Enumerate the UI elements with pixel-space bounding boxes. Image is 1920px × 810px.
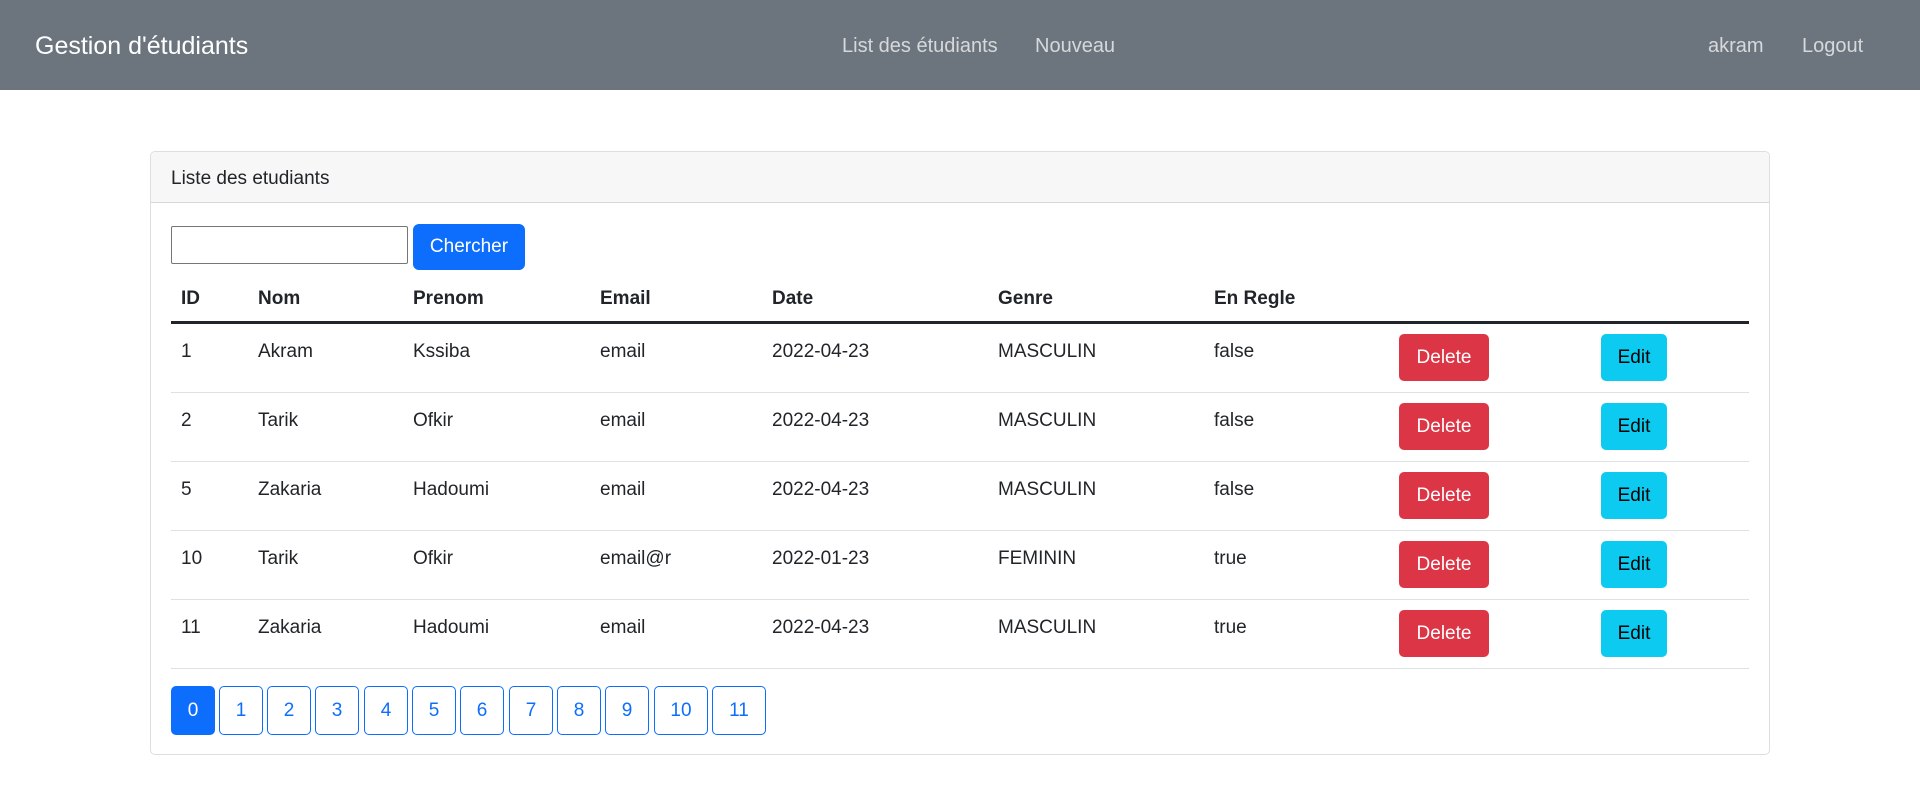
column-header-genre: Genre (998, 288, 1053, 309)
cell-prenom: Kssiba (413, 341, 471, 362)
search-button[interactable]: Chercher (413, 224, 525, 270)
page-button-3[interactable]: 3 (315, 686, 359, 735)
cell-prenom: Ofkir (413, 410, 454, 431)
page-button-2[interactable]: 2 (267, 686, 311, 735)
cell-email: email (600, 410, 646, 431)
cell-email: email@r (600, 548, 672, 569)
nav-link-student-list[interactable]: List des étudiants (842, 34, 998, 58)
page-button-0[interactable]: 0 (171, 686, 215, 735)
card-header: Liste des etudiants (151, 152, 1769, 203)
nav-link-new[interactable]: Nouveau (1035, 34, 1115, 58)
page-button-4[interactable]: 4 (364, 686, 408, 735)
delete-button[interactable]: Delete (1399, 541, 1489, 588)
edit-button[interactable]: Edit (1601, 472, 1667, 519)
page-button-11[interactable]: 11 (712, 686, 766, 735)
nav-user-name[interactable]: akram (1708, 34, 1764, 58)
cell-nom: Zakaria (258, 617, 322, 638)
cell-email: email (600, 479, 646, 500)
page-button-1[interactable]: 1 (219, 686, 263, 735)
table-row: 11 Zakaria Hadoumi email 2022-04-23 MASC… (171, 600, 1749, 669)
page-button-5[interactable]: 5 (412, 686, 456, 735)
column-header-email: Email (600, 288, 651, 309)
column-header-prenom: Prenom (413, 288, 484, 309)
cell-nom: Akram (258, 341, 313, 362)
navbar-brand[interactable]: Gestion d'étudiants (35, 30, 248, 62)
cell-date: 2022-01-23 (772, 548, 870, 569)
cell-id: 1 (181, 341, 192, 362)
column-header-en-regle: En Regle (1214, 288, 1296, 309)
cell-genre: MASCULIN (998, 410, 1097, 431)
cell-id: 11 (181, 617, 201, 638)
cell-genre: MASCULIN (998, 617, 1097, 638)
column-header-nom: Nom (258, 288, 301, 309)
cell-nom: Tarik (258, 548, 299, 569)
page-button-7[interactable]: 7 (509, 686, 553, 735)
cell-en-regle: false (1214, 341, 1255, 362)
cell-en-regle: true (1214, 548, 1247, 569)
edit-button[interactable]: Edit (1601, 541, 1667, 588)
top-navbar: Gestion d'étudiants List des étudiants N… (0, 0, 1920, 90)
page-button-9[interactable]: 9 (605, 686, 649, 735)
table-row: 5 Zakaria Hadoumi email 2022-04-23 MASCU… (171, 462, 1749, 531)
cell-prenom: Ofkir (413, 548, 454, 569)
page-button-8[interactable]: 8 (557, 686, 601, 735)
page-button-10[interactable]: 10 (654, 686, 708, 735)
students-card: Liste des etudiants Chercher ID Nom Pren… (150, 151, 1770, 755)
cell-nom: Zakaria (258, 479, 322, 500)
delete-button[interactable]: Delete (1399, 472, 1489, 519)
search-input[interactable] (171, 226, 408, 264)
cell-id: 10 (181, 548, 203, 569)
edit-button[interactable]: Edit (1601, 403, 1667, 450)
cell-en-regle: true (1214, 617, 1247, 638)
cell-nom: Tarik (258, 410, 299, 431)
table-row: 10 Tarik Ofkir email@r 2022-01-23 FEMINI… (171, 531, 1749, 600)
cell-date: 2022-04-23 (772, 341, 870, 362)
cell-email: email (600, 617, 646, 638)
cell-en-regle: false (1214, 479, 1255, 500)
cell-id: 5 (181, 479, 192, 500)
cell-date: 2022-04-23 (772, 410, 870, 431)
cell-en-regle: false (1214, 410, 1255, 431)
cell-date: 2022-04-23 (772, 617, 870, 638)
table-row: 1 Akram Kssiba email 2022-04-23 MASCULIN… (171, 324, 1749, 393)
delete-button[interactable]: Delete (1399, 610, 1489, 657)
column-header-date: Date (772, 288, 814, 309)
column-header-id: ID (181, 288, 200, 309)
cell-genre: MASCULIN (998, 341, 1097, 362)
edit-button[interactable]: Edit (1601, 610, 1667, 657)
cell-prenom: Hadoumi (413, 617, 490, 638)
cell-date: 2022-04-23 (772, 479, 870, 500)
delete-button[interactable]: Delete (1399, 334, 1489, 381)
cell-genre: FEMININ (998, 548, 1077, 569)
edit-button[interactable]: Edit (1601, 334, 1667, 381)
nav-logout-link[interactable]: Logout (1802, 34, 1863, 58)
card-title: Liste des etudiants (171, 168, 330, 189)
cell-prenom: Hadoumi (413, 479, 490, 500)
cell-id: 2 (181, 410, 192, 431)
page-button-6[interactable]: 6 (460, 686, 504, 735)
delete-button[interactable]: Delete (1399, 403, 1489, 450)
table-row: 2 Tarik Ofkir email 2022-04-23 MASCULIN … (171, 393, 1749, 462)
cell-genre: MASCULIN (998, 479, 1097, 500)
cell-email: email (600, 341, 646, 362)
